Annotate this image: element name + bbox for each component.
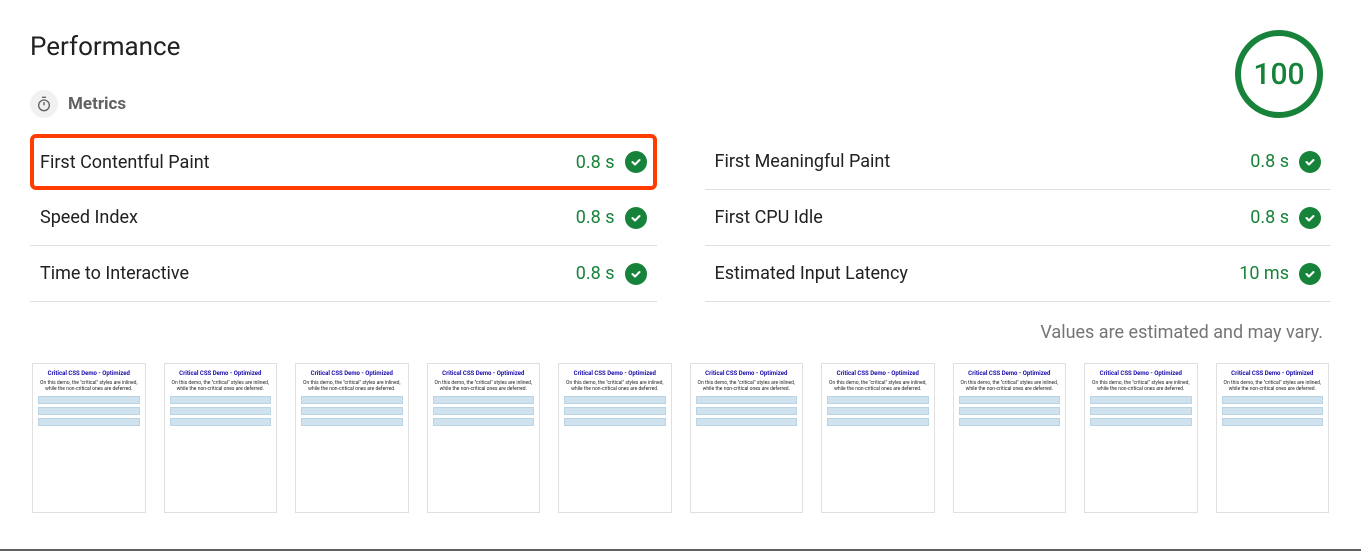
thumb-row xyxy=(433,418,535,426)
thumb-row xyxy=(827,418,929,426)
thumb-desc: On this demo, the "critical" styles are … xyxy=(1222,380,1324,392)
thumb-row xyxy=(1222,396,1324,404)
metrics-grid: First Contentful Paint 0.8 s Speed Index 0.… xyxy=(30,134,1331,302)
thumb-row xyxy=(301,418,403,426)
thumb-row xyxy=(38,418,140,426)
thumb-title: Critical CSS Demo - Optimized xyxy=(1090,370,1192,378)
metrics-section-header: Metrics xyxy=(30,90,1331,118)
metric-row[interactable]: Speed Index 0.8 s xyxy=(30,190,657,246)
filmstrip-thumbnail[interactable]: Critical CSS Demo - Optimized On this dem… xyxy=(427,363,541,513)
filmstrip-thumbnail[interactable]: Critical CSS Demo - Optimized On this dem… xyxy=(821,363,935,513)
check-icon xyxy=(1299,207,1321,229)
thumb-row xyxy=(959,407,1061,415)
thumb-row xyxy=(38,407,140,415)
filmstrip-thumbnail[interactable]: Critical CSS Demo - Optimized On this dem… xyxy=(32,363,146,513)
metric-row[interactable]: First Meaningful Paint 0.8 s xyxy=(705,134,1332,190)
metric-name: Speed Index xyxy=(40,207,138,228)
thumb-row xyxy=(301,407,403,415)
footnote: Values are estimated and may vary. xyxy=(30,322,1331,343)
metric-value: 0.8 s xyxy=(576,152,615,173)
thumb-desc: On this demo, the "critical" styles are … xyxy=(38,380,140,392)
thumb-row xyxy=(827,396,929,404)
metric-name: First Meaningful Paint xyxy=(715,151,891,172)
metric-name: Estimated Input Latency xyxy=(715,263,908,284)
thumb-row xyxy=(1090,396,1192,404)
metric-value: 10 ms xyxy=(1239,263,1289,284)
thumb-row xyxy=(564,418,666,426)
metric-name: First Contentful Paint xyxy=(40,152,210,173)
thumb-row xyxy=(170,418,272,426)
thumb-title: Critical CSS Demo - Optimized xyxy=(827,370,929,378)
metric-row[interactable]: First Contentful Paint 0.8 s xyxy=(30,134,657,190)
thumb-row xyxy=(433,396,535,404)
metric-row[interactable]: Estimated Input Latency 10 ms xyxy=(705,246,1332,302)
thumb-row xyxy=(170,396,272,404)
thumb-desc: On this demo, the "critical" styles are … xyxy=(301,380,403,392)
thumb-row xyxy=(564,407,666,415)
thumb-row xyxy=(301,396,403,404)
thumb-row xyxy=(1222,418,1324,426)
stopwatch-icon xyxy=(30,90,58,118)
check-icon xyxy=(625,151,647,173)
thumb-row xyxy=(696,418,798,426)
thumb-desc: On this demo, the "critical" styles are … xyxy=(827,380,929,392)
filmstrip-thumbnail[interactable]: Critical CSS Demo - Optimized On this dem… xyxy=(1216,363,1330,513)
filmstrip-thumbnail[interactable]: Critical CSS Demo - Optimized On this dem… xyxy=(953,363,1067,513)
thumb-desc: On this demo, the "critical" styles are … xyxy=(170,380,272,392)
thumb-row xyxy=(959,418,1061,426)
metric-name: Time to Interactive xyxy=(40,263,189,284)
thumb-row xyxy=(959,396,1061,404)
filmstrip-thumbnail[interactable]: Critical CSS Demo - Optimized On this dem… xyxy=(558,363,672,513)
check-icon xyxy=(1299,263,1321,285)
check-icon xyxy=(625,207,647,229)
metric-value: 0.8 s xyxy=(1250,207,1289,228)
thumb-row xyxy=(1090,418,1192,426)
thumb-row xyxy=(1090,407,1192,415)
metric-name: First CPU Idle xyxy=(715,207,823,228)
thumb-row xyxy=(696,396,798,404)
thumb-row xyxy=(170,407,272,415)
filmstrip-thumbnail[interactable]: Critical CSS Demo - Optimized On this dem… xyxy=(164,363,278,513)
metric-row[interactable]: First CPU Idle 0.8 s xyxy=(705,190,1332,246)
check-icon xyxy=(625,263,647,285)
thumb-title: Critical CSS Demo - Optimized xyxy=(301,370,403,378)
thumb-desc: On this demo, the "critical" styles are … xyxy=(433,380,535,392)
thumb-desc: On this demo, the "critical" styles are … xyxy=(959,380,1061,392)
metric-value: 0.8 s xyxy=(576,207,615,228)
filmstrip-thumbnail[interactable]: Critical CSS Demo - Optimized On this dem… xyxy=(690,363,804,513)
thumb-title: Critical CSS Demo - Optimized xyxy=(170,370,272,378)
thumb-title: Critical CSS Demo - Optimized xyxy=(433,370,535,378)
thumb-row xyxy=(38,396,140,404)
thumb-title: Critical CSS Demo - Optimized xyxy=(696,370,798,378)
score-badge: 100 xyxy=(1235,30,1323,118)
thumb-title: Critical CSS Demo - Optimized xyxy=(959,370,1061,378)
thumb-title: Critical CSS Demo - Optimized xyxy=(1222,370,1324,378)
page-title: Performance xyxy=(30,32,1331,62)
metric-row[interactable]: Time to Interactive 0.8 s xyxy=(30,246,657,302)
thumb-desc: On this demo, the "critical" styles are … xyxy=(696,380,798,392)
thumb-row xyxy=(1222,407,1324,415)
filmstrip-thumbnail[interactable]: Critical CSS Demo - Optimized On this dem… xyxy=(295,363,409,513)
thumb-row xyxy=(827,407,929,415)
metric-value: 0.8 s xyxy=(1250,151,1289,172)
thumb-title: Critical CSS Demo - Optimized xyxy=(38,370,140,378)
check-icon xyxy=(1299,151,1321,173)
thumb-desc: On this demo, the "critical" styles are … xyxy=(1090,380,1192,392)
thumb-desc: On this demo, the "critical" styles are … xyxy=(564,380,666,392)
thumb-title: Critical CSS Demo - Optimized xyxy=(564,370,666,378)
metric-value: 0.8 s xyxy=(576,263,615,284)
thumb-row xyxy=(564,396,666,404)
filmstrip: Critical CSS Demo - Optimized On this dem… xyxy=(30,363,1331,513)
thumb-row xyxy=(433,407,535,415)
metrics-section-label: Metrics xyxy=(68,94,126,114)
filmstrip-thumbnail[interactable]: Critical CSS Demo - Optimized On this dem… xyxy=(1084,363,1198,513)
thumb-row xyxy=(696,407,798,415)
